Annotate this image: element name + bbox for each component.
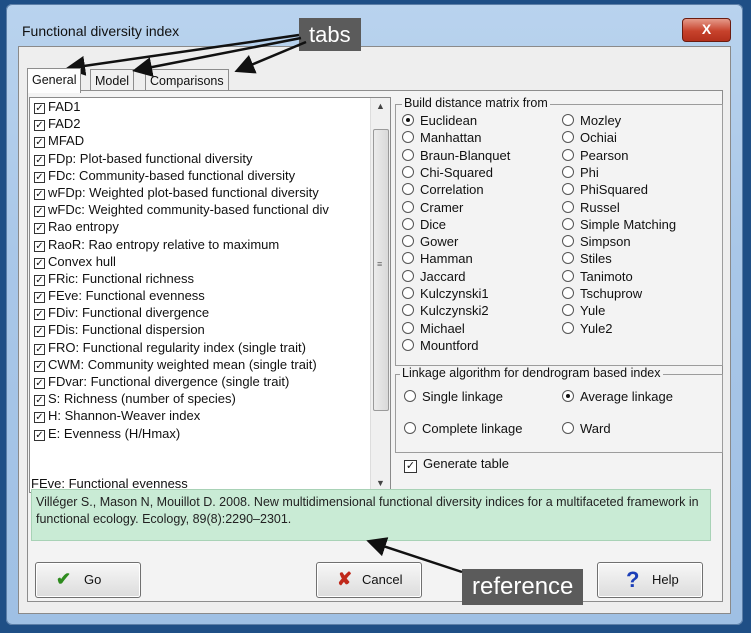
tab-label: General <box>32 73 77 87</box>
arrow-to-reference <box>366 537 463 574</box>
dialog-window: Functional diversity index X General Mod… <box>6 4 743 625</box>
annotation-arrows <box>65 33 463 574</box>
arrow-to-general <box>65 33 300 76</box>
arrow-to-comparisons <box>234 40 307 74</box>
tab-general[interactable]: General <box>27 68 82 93</box>
